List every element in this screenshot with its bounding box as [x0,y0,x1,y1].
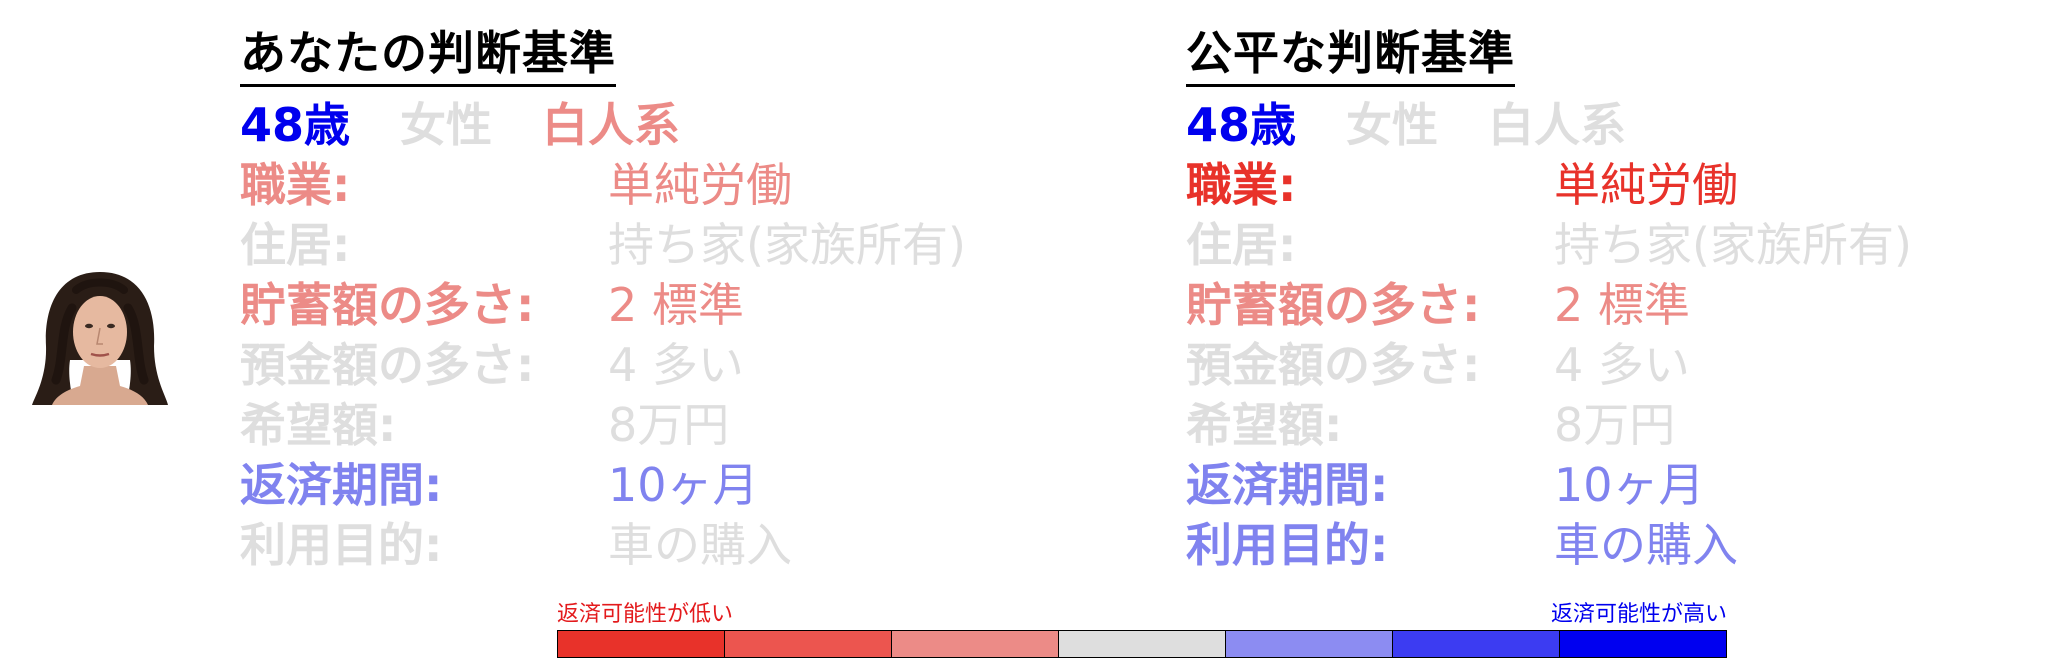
row-savings: 貯蓄額の多さ: 2 標準 [240,275,1060,335]
row-purpose: 利用目的: 車の購入 [240,515,1060,575]
row-repayment-period: 返済期間: 10ヶ月 [1186,455,2006,515]
left-demographics: 48歳 女性 白人系 [240,95,1060,155]
row-label: 希望額: [1186,398,1343,452]
color-legend: 返済可能性が低い 返済可能性が高い [557,600,1727,658]
row-value: 8万円 [1554,398,1676,452]
demographic-gender: 女性 [1346,98,1439,152]
row-label: 職業: [1186,158,1297,212]
row-label: 住居: [1186,218,1297,272]
legend-segment [1059,631,1226,657]
row-label: 利用目的: [1186,518,1389,572]
row-value: 8万円 [608,398,730,452]
row-residence: 住居: 持ち家(家族所有) [240,215,1060,275]
legend-low-label: 返済可能性が低い [557,602,734,627]
row-value: 10ヶ月 [608,458,759,512]
legend-segment [1393,631,1560,657]
row-label: 預金額の多さ: [240,338,535,392]
row-deposits: 預金額の多さ: 4 多い [240,335,1060,395]
row-value: 車の購入 [608,518,792,572]
row-value: 2 標準 [1554,278,1690,332]
demographic-age: 48歳 [240,98,351,152]
legend-segment [1560,631,1726,657]
left-panel: あなたの判断基準 48歳 女性 白人系 職業: 単純労働 住居: 持ち家(家族所有)… [240,24,1060,575]
right-panel: 公平な判断基準 48歳 女性 白人系 職業: 単純労働 住居: 持ち家(家族所有) … [1186,24,2006,575]
row-value: 持ち家(家族所有) [1554,218,1912,272]
legend-segment [1226,631,1393,657]
row-deposits: 預金額の多さ: 4 多い [1186,335,2006,395]
legend-segment [892,631,1059,657]
row-value: 4 多い [608,338,744,392]
row-value: 車の購入 [1554,518,1738,572]
row-value: 持ち家(家族所有) [608,218,966,272]
row-label: 職業: [240,158,351,212]
row-value: 2 標準 [608,278,744,332]
row-label: 貯蓄額の多さ: [1186,278,1481,332]
demographic-race: 白人系 [1488,98,1627,152]
row-value: 10ヶ月 [1554,458,1705,512]
row-label: 返済期間: [240,458,443,512]
left-panel-title: あなたの判断基準 [240,24,616,87]
row-value: 単純労働 [1554,158,1738,212]
row-requested-amount: 希望額: 8万円 [240,395,1060,455]
row-occupation: 職業: 単純労働 [240,155,1060,215]
row-label: 預金額の多さ: [1186,338,1481,392]
demographic-age: 48歳 [1186,98,1297,152]
row-label: 貯蓄額の多さ: [240,278,535,332]
row-savings: 貯蓄額の多さ: 2 標準 [1186,275,2006,335]
row-label: 希望額: [240,398,397,452]
row-value: 4 多い [1554,338,1690,392]
row-label: 住居: [240,218,351,272]
legend-segment [558,631,725,657]
demographic-race: 白人系 [542,98,681,152]
right-demographics: 48歳 女性 白人系 [1186,95,2006,155]
row-label: 利用目的: [240,518,443,572]
legend-high-label: 返済可能性が高い [1550,602,1727,627]
row-label: 返済期間: [1186,458,1389,512]
row-repayment-period: 返済期間: 10ヶ月 [240,455,1060,515]
row-value: 単純労働 [608,158,792,212]
right-panel-title: 公平な判断基準 [1186,24,1515,87]
legend-segment [725,631,892,657]
row-purpose: 利用目的: 車の購入 [1186,515,2006,575]
legend-color-bar [557,630,1727,658]
demographic-gender: 女性 [400,98,493,152]
avatar [32,272,168,405]
row-residence: 住居: 持ち家(家族所有) [1186,215,2006,275]
row-occupation: 職業: 単純労働 [1186,155,2006,215]
row-requested-amount: 希望額: 8万円 [1186,395,2006,455]
